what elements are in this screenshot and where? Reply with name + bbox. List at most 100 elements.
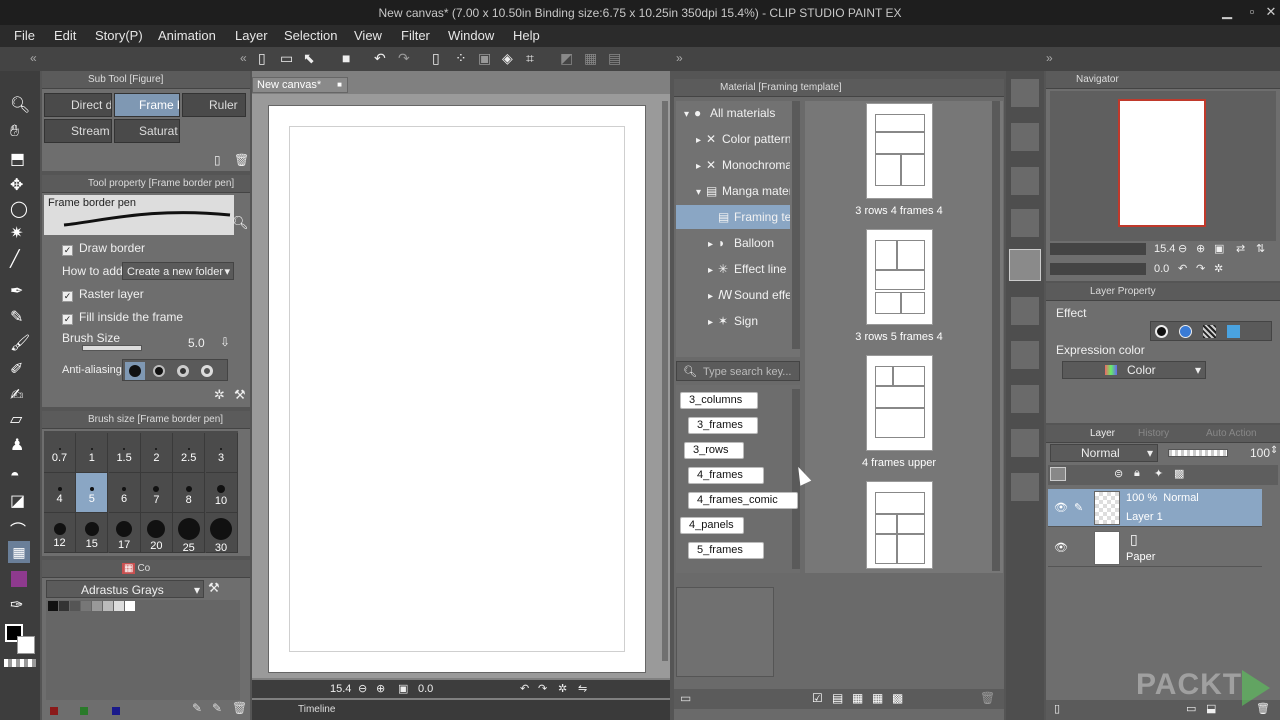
ruler-icon[interactable]: ▤	[608, 50, 621, 67]
raster-layer-row[interactable]: ✓ Raster layer	[62, 287, 144, 302]
material-tree-item[interactable]: ▸ ✕ Color pattern	[676, 127, 790, 151]
pressure-icon[interactable]: ⇩	[220, 335, 230, 349]
framing-template-thumbnail[interactable]	[866, 355, 933, 451]
sub-color-icon[interactable]	[17, 636, 35, 654]
rotate-left-icon[interactable]: ↶	[520, 682, 529, 695]
how-to-add-select[interactable]: Create a new folder ▾	[122, 262, 234, 280]
subtool-stream[interactable]: Stream	[44, 119, 112, 143]
swatch[interactable]	[48, 601, 58, 611]
material-tag[interactable]: 5_frames	[688, 542, 764, 559]
edit-pen-icon[interactable]: ✎	[1074, 501, 1083, 514]
subtool-frame-border[interactable]: Frame b	[114, 93, 180, 117]
transparent-color-icon[interactable]	[4, 659, 36, 667]
hand-tool-icon[interactable]: ✋︎	[10, 123, 19, 141]
maximize-icon[interactable]: ▫	[1243, 4, 1261, 20]
selection-tool-icon[interactable]: ◯	[10, 199, 28, 219]
brush-size-item[interactable]: 5	[76, 473, 109, 513]
dock-icon[interactable]	[1011, 341, 1039, 369]
brush-size-item[interactable]: 4	[44, 473, 76, 513]
expand-arrow-icon[interactable]: ▾	[684, 103, 694, 125]
airbrush-icon[interactable]: ✐	[10, 359, 23, 379]
antialias-none-icon[interactable]	[129, 365, 141, 377]
brush-size-item[interactable]: 25	[173, 513, 206, 554]
settings-wrench-icon[interactable]: ⚒︎	[234, 387, 246, 403]
swatch[interactable]	[125, 601, 135, 611]
reset-rotation-icon[interactable]: ✲	[558, 682, 567, 695]
eye-icon[interactable]: 👁︎	[1054, 541, 1068, 554]
framing-template-thumbnail[interactable]	[866, 481, 933, 569]
material-tree-item[interactable]: ▸ ✶ Sign	[676, 309, 790, 333]
select-icon[interactable]: ⬉	[303, 50, 315, 67]
dock-material-icon[interactable]	[1009, 249, 1041, 281]
zoom-tool-icon[interactable]: 🔍︎	[10, 95, 30, 115]
swatch[interactable]	[59, 601, 69, 611]
color-set-select[interactable]: Adrastus Grays ▾	[46, 580, 204, 598]
tab-new-canvas[interactable]: New canvas* ■	[252, 77, 348, 93]
new-file-icon[interactable]: ▯	[258, 50, 266, 67]
expression-color-select[interactable]: Color ▾	[1062, 361, 1206, 379]
zoom-preview-icon[interactable]: 🔍︎	[232, 215, 249, 231]
expand-arrow-icon[interactable]: ▸	[696, 129, 706, 151]
material-tree-item[interactable]: ▾ ● All materials	[676, 101, 790, 125]
fill-icon[interactable]: ◈	[502, 50, 513, 67]
list-view-icon[interactable]: ▤	[832, 691, 843, 705]
brush-size-item[interactable]: 6	[108, 473, 141, 513]
material-tag[interactable]: 3_columns	[680, 392, 758, 409]
zoom-out-icon[interactable]: ⊖	[1178, 242, 1187, 255]
green-swatch-icon[interactable]	[80, 707, 88, 715]
brush-size-item[interactable]: 1.5	[108, 433, 141, 473]
undo-icon[interactable]: ↶	[374, 50, 386, 67]
brush-size-item[interactable]: 8	[173, 473, 206, 513]
tone-icon[interactable]	[1203, 325, 1216, 338]
fit-icon[interactable]: ▣	[398, 682, 408, 695]
expand-arrow-icon[interactable]: ▸	[708, 285, 718, 307]
flip-icon[interactable]: ⇋	[578, 682, 587, 695]
expand-arrow-icon[interactable]: ▸	[696, 155, 706, 177]
ref-layer-icon[interactable]: ✦	[1154, 467, 1163, 480]
framing-template-thumbnail[interactable]	[866, 103, 933, 199]
menu-filter[interactable]: Filter	[401, 28, 430, 43]
menu-help[interactable]: Help	[513, 28, 540, 43]
pen-tool-icon[interactable]: ✒︎	[10, 281, 23, 301]
swatch[interactable]	[92, 601, 102, 611]
dock-icon[interactable]	[1011, 167, 1039, 195]
move-tool-icon[interactable]: ✥	[10, 175, 23, 195]
subtool-saturate[interactable]: Saturat	[114, 119, 180, 143]
border-effect-icon[interactable]	[1155, 325, 1168, 338]
fit-screen-icon[interactable]: ▣	[1214, 242, 1224, 255]
material-search-input[interactable]: 🔍︎ Type search key...	[676, 361, 800, 381]
eye-icon[interactable]: 👁︎	[1054, 501, 1068, 514]
redo-icon[interactable]: ↷	[398, 50, 410, 67]
expand-arrow-icon[interactable]: ▸	[708, 259, 718, 281]
expand-arrow-icon[interactable]: ▸	[708, 233, 718, 255]
add-color-icon[interactable]: ✎	[192, 701, 202, 715]
swatch[interactable]	[103, 601, 113, 611]
menu-edit[interactable]: Edit	[54, 28, 76, 43]
gradient-icon[interactable]: ◪	[10, 491, 25, 511]
material-tree-item[interactable]: ▤ Framing ter	[676, 205, 790, 229]
material-tree-item[interactable]: ▾ ▤ Manga mater	[676, 179, 790, 203]
brush-size-item[interactable]: 2.5	[173, 433, 206, 473]
large-grid-icon[interactable]: ▩	[892, 691, 903, 705]
operation-tool-icon[interactable]: ⬒	[10, 149, 25, 169]
color-set-tab[interactable]: Co	[137, 563, 150, 574]
expand-arrow-icon[interactable]: ▾	[696, 181, 706, 203]
layer-color-swatch-icon[interactable]	[1050, 467, 1066, 481]
flip-vertical-icon[interactable]: ⇅	[1256, 242, 1265, 255]
lock-icon[interactable]: 🔒︎	[1134, 467, 1140, 480]
fill-inside-row[interactable]: ✓ Fill inside the frame	[62, 310, 183, 325]
brush-size-item[interactable]: 17	[108, 513, 141, 553]
material-tag[interactable]: 4_frames	[688, 467, 764, 484]
collapse-mid-icon[interactable]: »	[676, 51, 683, 65]
dock-icon[interactable]	[1011, 385, 1039, 413]
delete-color-icon[interactable]: 🗑︎	[232, 701, 247, 715]
eraser-icon[interactable]: ▱	[10, 409, 22, 429]
clear-icon[interactable]: ▯	[432, 50, 440, 67]
brush-size-item[interactable]: 20	[140, 513, 173, 553]
layer-row[interactable]: 👁︎ ✎ 100 % Normal Layer 1	[1048, 489, 1262, 527]
expand-arrow-icon[interactable]: ▸	[708, 311, 718, 333]
extract-line-icon[interactable]	[1179, 325, 1192, 338]
dock-icon[interactable]	[1011, 297, 1039, 325]
brush-size-slider[interactable]	[82, 345, 142, 351]
reset-rotate-icon[interactable]: ✲	[1214, 262, 1223, 275]
